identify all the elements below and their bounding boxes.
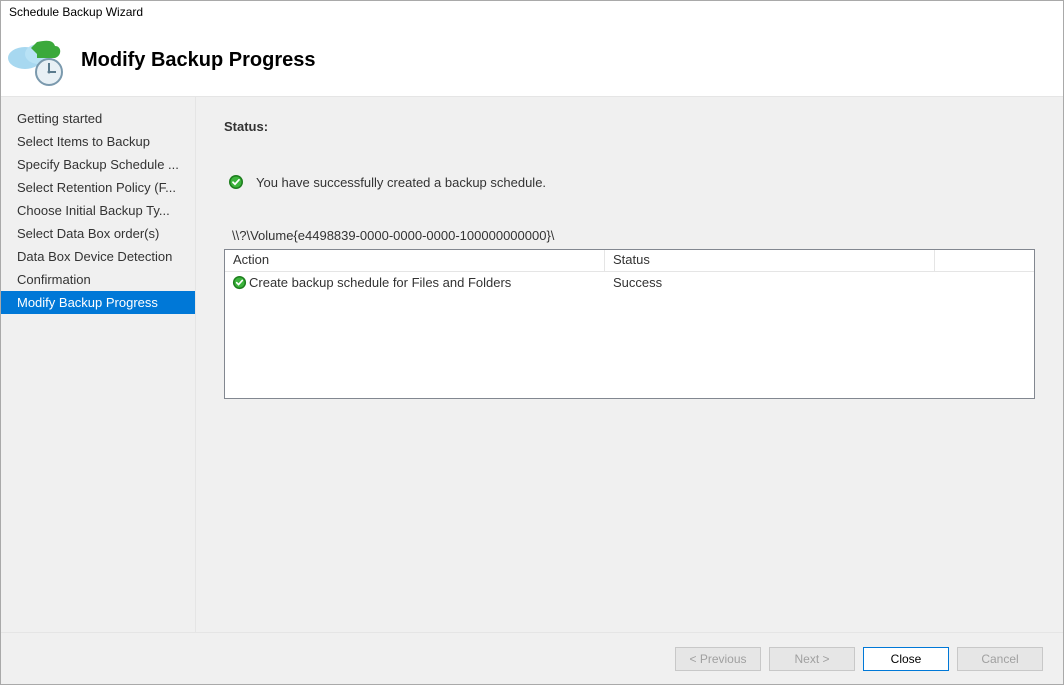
row-action-text: Create backup schedule for Files and Fol…: [249, 275, 511, 290]
table-row[interactable]: Create backup schedule for Files and Fol…: [225, 272, 1034, 292]
column-header-spacer: [935, 250, 1034, 271]
status-heading: Status:: [224, 119, 1035, 134]
sidebar-item-retention-policy[interactable]: Select Retention Policy (F...: [1, 176, 195, 199]
window-title: Schedule Backup Wizard: [1, 1, 1063, 25]
sidebar-item-getting-started[interactable]: Getting started: [1, 107, 195, 130]
wizard-content: Status: You have successfully created a …: [196, 97, 1063, 632]
sidebar-item-specify-schedule[interactable]: Specify Backup Schedule ...: [1, 153, 195, 176]
sidebar-item-select-items[interactable]: Select Items to Backup: [1, 130, 195, 153]
wizard-body: Getting started Select Items to Backup S…: [1, 97, 1063, 632]
results-table-header: Action Status: [225, 250, 1034, 272]
wizard-header-title: Modify Backup Progress: [81, 49, 316, 72]
next-button: Next >: [769, 647, 855, 671]
column-header-action[interactable]: Action: [225, 250, 605, 271]
wizard-sidebar: Getting started Select Items to Backup S…: [1, 97, 196, 632]
sidebar-item-data-box-detection[interactable]: Data Box Device Detection: [1, 245, 195, 268]
volume-path-text: \\?\Volume{e4498839-0000-0000-0000-10000…: [232, 228, 1035, 243]
success-check-icon: [228, 174, 244, 190]
results-table: Action Status Create backup sch: [224, 249, 1035, 399]
sidebar-item-modify-backup-progress[interactable]: Modify Backup Progress: [1, 291, 195, 314]
wizard-window: Schedule Backup Wizard Modify Backup Pro…: [0, 0, 1064, 685]
status-message-line: You have successfully created a backup s…: [228, 174, 1035, 190]
wizard-footer: < Previous Next > Close Cancel: [1, 632, 1063, 684]
row-action-cell: Create backup schedule for Files and Fol…: [225, 274, 605, 290]
cancel-button: Cancel: [957, 647, 1043, 671]
sidebar-item-data-box-orders[interactable]: Select Data Box order(s): [1, 222, 195, 245]
wizard-header: Modify Backup Progress: [1, 25, 1063, 97]
column-header-status[interactable]: Status: [605, 250, 935, 271]
sidebar-item-confirmation[interactable]: Confirmation: [1, 268, 195, 291]
status-message-text: You have successfully created a backup s…: [256, 175, 546, 190]
sidebar-item-initial-backup-type[interactable]: Choose Initial Backup Ty...: [1, 199, 195, 222]
row-success-icon: [231, 274, 247, 290]
wizard-header-icon: [7, 36, 67, 86]
row-status-cell: Success: [605, 275, 935, 290]
previous-button: < Previous: [675, 647, 761, 671]
close-button[interactable]: Close: [863, 647, 949, 671]
